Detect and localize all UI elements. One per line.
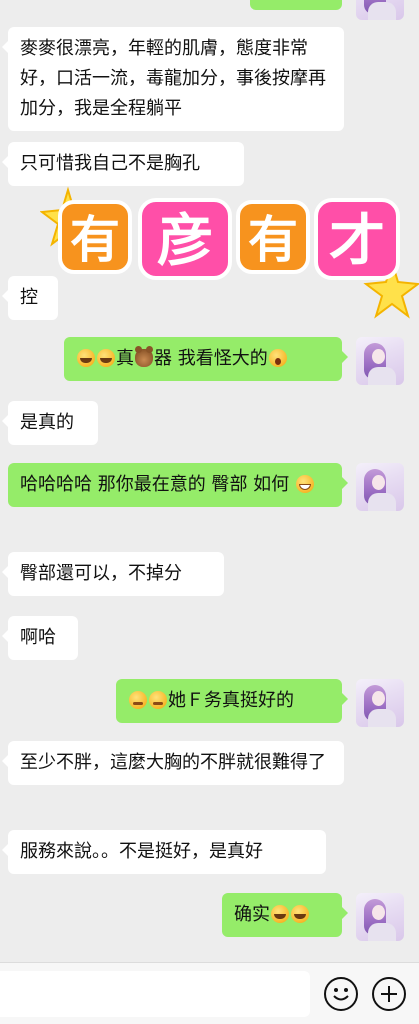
sticker-char: 彦 <box>157 209 213 274</box>
sticker-tile-2: 彦 <box>138 198 232 280</box>
message-input[interactable] <box>0 971 310 1017</box>
message-text: 至少不胖，這麼大胸的不胖就很難得了 <box>20 752 326 773</box>
joy-emoji <box>271 905 289 923</box>
contact-avatar[interactable] <box>356 337 404 385</box>
message-bubble-incoming[interactable]: 控 <box>2 276 58 320</box>
sticker-tile-4: 才 <box>314 198 400 280</box>
message-text: 是真的 <box>20 412 74 433</box>
contact-avatar[interactable] <box>356 679 404 727</box>
message-text: 控 <box>20 287 38 308</box>
message-text: 器 我看怪大的 <box>154 348 268 369</box>
sticker-char: 才 <box>329 209 385 274</box>
joy-emoji <box>291 905 309 923</box>
message-text: 麥麥很漂亮，年輕的肌膚，態度非常好，口活一流，毒龍加分，事後按摩再加分，我是全程… <box>20 38 326 119</box>
message-text: 啊哈 <box>20 627 56 648</box>
message-text: 臀部還可以，不掉分 <box>20 563 182 584</box>
message-bubble-cut-off <box>250 0 342 10</box>
message-bubble-incoming[interactable]: 麥麥很漂亮，年輕的肌膚，態度非常好，口活一流，毒龍加分，事後按摩再加分，我是全程… <box>2 27 344 131</box>
sticker-tile-1: 有 <box>58 200 132 274</box>
bear-emoji <box>135 346 153 367</box>
message-bubble-incoming[interactable]: 臀部還可以，不掉分 <box>2 552 224 596</box>
message-bubble-outgoing[interactable]: 她Ｆ务真挺好的 <box>116 679 348 723</box>
message-bubble-outgoing[interactable]: 哈哈哈哈 那你最在意的 臀部 如何 <box>8 463 348 507</box>
thinking-emoji <box>149 691 167 709</box>
smiley-icon[interactable] <box>324 977 358 1011</box>
rofl-emoji <box>97 349 115 367</box>
message-text: 真 <box>116 348 134 369</box>
chat-area[interactable]: 麥麥很漂亮，年輕的肌膚，態度非常好，口活一流，毒龍加分，事後按摩再加分，我是全程… <box>0 0 419 962</box>
message-text: 服務來說。。不是挺好，是真好 <box>20 841 263 862</box>
thinking-emoji <box>129 691 147 709</box>
sticker-tile-3: 有 <box>236 200 310 274</box>
message-bubble-incoming[interactable]: 服務來說。。不是挺好，是真好 <box>2 830 326 874</box>
input-bar <box>0 962 419 1024</box>
message-bubble-outgoing[interactable]: 真器 我看怪大的 <box>64 337 348 381</box>
sticker-char: 有 <box>248 211 298 269</box>
contact-avatar[interactable] <box>356 463 404 511</box>
sticker-char: 有 <box>70 211 120 269</box>
message-bubble-outgoing[interactable]: 确实 <box>222 893 348 937</box>
message-bubble-incoming[interactable]: 至少不胖，這麼大胸的不胖就很難得了 <box>2 741 344 785</box>
sticker-image[interactable]: 有 彦 有 才 <box>40 180 419 320</box>
message-text: 她Ｆ务真挺好的 <box>168 690 294 711</box>
rofl-emoji <box>77 349 95 367</box>
plus-circle-icon[interactable] <box>372 977 406 1011</box>
shock-emoji <box>268 349 287 367</box>
contact-avatar[interactable] <box>356 893 404 941</box>
grin-emoji <box>295 475 314 493</box>
message-text: 确实 <box>234 904 270 925</box>
message-bubble-incoming[interactable]: 是真的 <box>2 401 98 445</box>
message-text: 哈哈哈哈 那你最在意的 臀部 如何 <box>20 474 290 495</box>
contact-avatar[interactable] <box>356 0 404 20</box>
message-text: 只可惜我自己不是胸孔 <box>20 153 200 174</box>
message-bubble-incoming[interactable]: 啊哈 <box>2 616 78 660</box>
